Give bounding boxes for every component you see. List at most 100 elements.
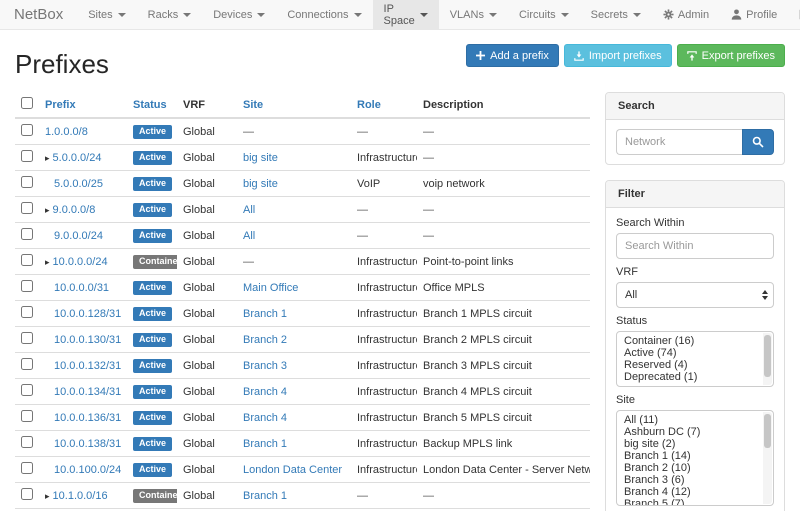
site-option[interactable]: Branch 3 (6)	[617, 474, 761, 486]
prefix-link[interactable]: 10.0.0.132/31	[54, 360, 121, 372]
vrf-cell: Global	[177, 405, 237, 431]
site-option[interactable]: Branch 5 (7)	[617, 498, 761, 506]
row-checkbox[interactable]	[21, 228, 33, 240]
prefix-link[interactable]: 9.0.0.0/24	[54, 230, 103, 242]
row-checkbox[interactable]	[21, 436, 33, 448]
site-link[interactable]: London Data Center	[243, 464, 342, 476]
site-option[interactable]: big site (2)	[617, 438, 761, 450]
nav-item-secrets[interactable]: Secrets	[580, 0, 652, 29]
nav-item-sites[interactable]: Sites	[77, 0, 136, 29]
status-option[interactable]: Deprecated (1)	[617, 371, 761, 383]
site-link[interactable]: Branch 2	[243, 334, 287, 346]
description-cell: Branch 3 MPLS circuit	[417, 353, 590, 379]
row-checkbox[interactable]	[21, 384, 33, 396]
column-header-site[interactable]: Site	[243, 99, 263, 111]
import-prefixes-button[interactable]: Import prefixes	[564, 44, 672, 67]
nav-item-devices[interactable]: Devices	[202, 0, 276, 29]
site-option[interactable]: Branch 4 (12)	[617, 486, 761, 498]
table-row: 10.0.0.0/31ActiveGlobalMain OfficeInfras…	[15, 275, 590, 301]
nav-item-circuits[interactable]: Circuits	[508, 0, 580, 29]
nav-item-connections[interactable]: Connections	[276, 0, 372, 29]
row-checkbox[interactable]	[21, 254, 33, 266]
description-cell: Branch 4 MPLS circuit	[417, 379, 590, 405]
brand-logo[interactable]: NetBox	[0, 0, 77, 29]
prefix-link[interactable]: 10.0.0.136/31	[54, 412, 121, 424]
site-link[interactable]: All	[243, 230, 255, 242]
site-link[interactable]: Branch 3	[243, 360, 287, 372]
nav-item-ip-space[interactable]: IP Space	[373, 0, 439, 29]
row-checkbox[interactable]	[21, 306, 33, 318]
site-link[interactable]: Branch 4	[243, 386, 287, 398]
row-checkbox[interactable]	[21, 150, 33, 162]
nav-item-admin[interactable]: Admin	[652, 0, 720, 29]
row-checkbox[interactable]	[21, 410, 33, 422]
prefix-link[interactable]: 9.0.0.0/8	[53, 204, 96, 216]
prefix-link[interactable]: 10.0.0.0/31	[54, 282, 109, 294]
prefix-link[interactable]: 10.0.100.0/24	[54, 464, 121, 476]
row-checkbox[interactable]	[21, 202, 33, 214]
row-checkbox[interactable]	[21, 332, 33, 344]
site-link[interactable]: All	[243, 204, 255, 216]
scrollbar[interactable]	[763, 412, 772, 504]
row-checkbox[interactable]	[21, 124, 33, 136]
prefix-link[interactable]: 5.0.0.0/24	[53, 152, 102, 164]
site-link[interactable]: Branch 4	[243, 412, 287, 424]
vrf-cell: Global	[177, 223, 237, 249]
status-option[interactable]: Container (16)	[617, 335, 761, 347]
prefix-link[interactable]: 10.0.0.138/31	[54, 438, 121, 450]
nav-item-racks[interactable]: Racks	[137, 0, 203, 29]
scrollbar[interactable]	[763, 333, 772, 385]
vrf-select[interactable]: All	[616, 282, 774, 308]
role-cell: —	[351, 118, 417, 145]
site-option[interactable]: Branch 1 (14)	[617, 450, 761, 462]
export-prefixes-button[interactable]: Export prefixes	[677, 44, 785, 67]
prefix-link[interactable]: 10.1.0.0/16	[53, 490, 108, 502]
description-cell: Branch 2 MPLS circuit	[417, 327, 590, 353]
prefix-link[interactable]: 1.0.0.0/8	[45, 126, 88, 138]
status-option[interactable]: Active (74)	[617, 347, 761, 359]
search-input[interactable]	[616, 129, 742, 155]
search-panel: Search	[605, 92, 785, 165]
nav-menu: SitesRacksDevicesConnectionsIP SpaceVLAN…	[77, 0, 652, 29]
site-link[interactable]: big site	[243, 152, 278, 164]
site-link[interactable]: Main Office	[243, 282, 298, 294]
status-badge: Active	[133, 151, 172, 165]
row-checkbox[interactable]	[21, 176, 33, 188]
search-button[interactable]	[742, 129, 774, 155]
status-option[interactable]: Reserved (4)	[617, 359, 761, 371]
row-checkbox[interactable]	[21, 488, 33, 500]
prefix-link[interactable]: 10.0.0.128/31	[54, 308, 121, 320]
search-panel-title: Search	[606, 93, 784, 120]
column-header-prefix[interactable]: Prefix	[45, 99, 76, 111]
row-checkbox[interactable]	[21, 358, 33, 370]
site-listbox[interactable]: All (11)Ashburn DC (7)big site (2)Branch…	[616, 410, 774, 506]
site-link[interactable]: big site	[243, 178, 278, 190]
nav-item-vlans[interactable]: VLANs	[439, 0, 508, 29]
status-listbox[interactable]: Container (16)Active (74)Reserved (4)Dep…	[616, 331, 774, 387]
role-cell: Infrastructure	[351, 431, 417, 457]
row-checkbox[interactable]	[21, 280, 33, 292]
row-checkbox[interactable]	[21, 462, 33, 474]
prefix-link[interactable]: 5.0.0.0/25	[54, 178, 103, 190]
site-option[interactable]: Ashburn DC (7)	[617, 426, 761, 438]
column-header-role[interactable]: Role	[357, 99, 381, 111]
nav-item-profile[interactable]: Profile	[720, 0, 788, 29]
prefix-link[interactable]: 10.0.0.130/31	[54, 334, 121, 346]
site-option[interactable]: Branch 2 (10)	[617, 462, 761, 474]
add-prefix-button[interactable]: Add a prefix	[466, 44, 559, 67]
navbar: NetBox SitesRacksDevicesConnectionsIP Sp…	[0, 0, 800, 30]
site-link[interactable]: Branch 1	[243, 308, 287, 320]
search-within-input[interactable]	[616, 233, 774, 259]
nav-item-logout[interactable]: Log out	[788, 0, 800, 29]
prefix-link[interactable]: 10.0.0.134/31	[54, 386, 121, 398]
role-cell: Infrastructure	[351, 379, 417, 405]
site-link[interactable]: Branch 1	[243, 438, 287, 450]
table-row: ▸10.0.0.0/24ContainerGlobal—Infrastructu…	[15, 249, 590, 275]
site-option[interactable]: All (11)	[617, 414, 761, 426]
role-cell: Infrastructure	[351, 145, 417, 171]
site-link[interactable]: Branch 1	[243, 490, 287, 502]
column-header-status[interactable]: Status	[133, 99, 167, 111]
select-all-checkbox[interactable]	[21, 97, 33, 109]
prefix-link[interactable]: 10.0.0.0/24	[53, 256, 108, 268]
column-header-description: Description	[423, 99, 484, 111]
